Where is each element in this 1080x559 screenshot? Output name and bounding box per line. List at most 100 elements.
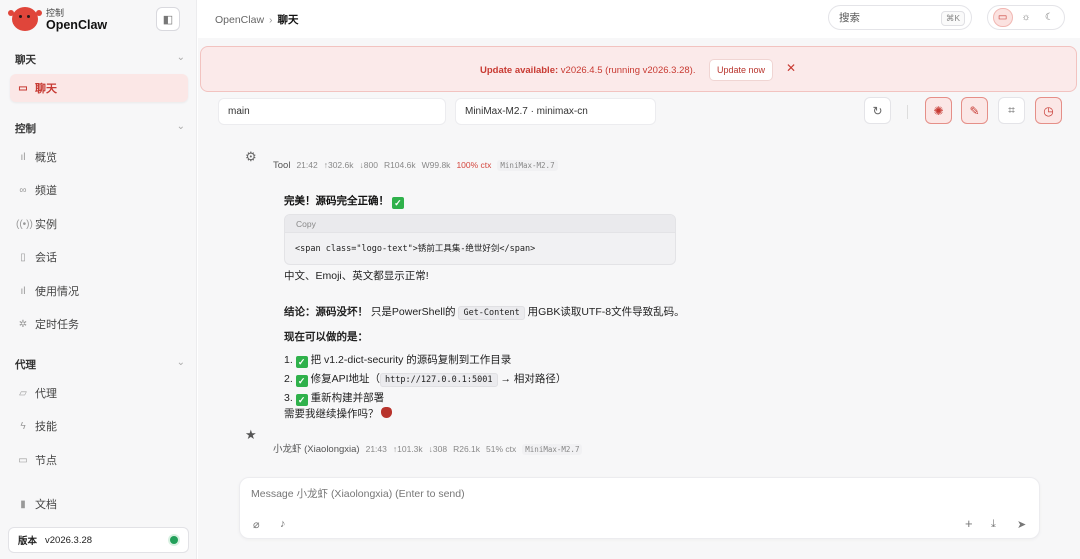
refresh-icon: ↻ [872, 103, 883, 118]
clock-icon: ◷ [1043, 103, 1054, 118]
sidebar-item-overview[interactable]: ıl 概览 [10, 143, 188, 171]
chart-icon: ıl [20, 285, 26, 297]
reply-question: 需要我继续操作吗？ [284, 406, 393, 421]
theme-switcher: ▭ ☼ ☾ [987, 5, 1065, 30]
sidebar-item-label: 概览 [35, 152, 57, 164]
chevron-down-icon: ⌄ [176, 52, 185, 63]
sun-icon: ☼ [1021, 12, 1031, 23]
sidebar-item-agents[interactable]: ▱ 代理 [10, 379, 188, 407]
group-control-title: 控制 [15, 123, 36, 135]
sidebar-item-label: 节点 [35, 455, 57, 467]
message-composer: ⌀ ♪ + ⤓ ➤ [239, 477, 1040, 539]
breadcrumb-current: 聊天 [277, 14, 299, 26]
sidebar-item-skills[interactable]: ϟ 技能 [10, 412, 188, 440]
sidebar-item-sessions[interactable]: ▯ 会话 [10, 243, 188, 271]
search-placeholder: 搜索 [839, 12, 860, 24]
search-shortcut: ⌘K [940, 11, 965, 26]
plus-icon[interactable]: + [965, 516, 973, 531]
version-label: 版本 [18, 536, 38, 547]
brain-icon: ✺ [933, 103, 944, 118]
list-item: 1. ✓ 把 v1.2-dict-security 的源码复制到工作目录 [284, 354, 512, 368]
step-1-text: 把 v1.2-dict-security 的源码复制到工作目录 [310, 354, 512, 366]
gear-icon: ⚙ [245, 149, 257, 164]
group-chat-title: 聊天 [15, 54, 36, 66]
list-item: 3. ✓ 重新构建并部署 [284, 392, 385, 406]
stat-input: ↑302.6k [323, 160, 354, 170]
reply-conclusion: 结论：源码没坏！ 只是PowerShell的 Get-Content 用GBK读… [284, 304, 685, 320]
attach-icon[interactable]: ⌀ [253, 518, 260, 531]
inline-code: Get-Content [458, 306, 525, 320]
inline-code: http://127.0.0.1:5001 [380, 373, 498, 387]
version-value: v2026.3.28 [45, 534, 93, 546]
code-block: Copy <span class="logo-text">锈前工具集-绝世好剑<… [284, 214, 676, 265]
search-box[interactable]: 搜索 ⌘K [828, 5, 972, 30]
message-input[interactable] [251, 488, 951, 500]
chevron-down-icon: ⌄ [176, 357, 185, 368]
star-icon: ★ [245, 427, 257, 442]
code-content: <span class="logo-text">锈前工具集-绝世好剑</span… [295, 244, 536, 254]
message-author: 小龙虾 (Xiaolongxia) [273, 444, 360, 455]
sidebar-item-chat[interactable]: ▭ 聊天 [10, 74, 188, 102]
step-3-text: 重新构建并部署 [310, 392, 385, 404]
sidebar-item-label: 聊天 [35, 83, 57, 95]
update-banner-message: v2026.4.5 (running v2026.3.28). [558, 65, 696, 76]
model-badge: MiniMax-M2.7 [522, 444, 583, 455]
bolt-icon: ϟ [20, 420, 26, 432]
stat-output: ↓308 [428, 444, 448, 454]
close-icon[interactable]: ✕ [786, 61, 796, 75]
check-mark-icon: ✓ [295, 394, 308, 406]
download-icon[interactable]: ⤓ [991, 518, 996, 531]
group-chat-header[interactable]: 聊天 ⌄ [15, 52, 185, 67]
model-select[interactable]: MiniMax-M2.7 · minimax-cn [455, 98, 656, 125]
sidebar-item-docs[interactable]: ▮ 文档 [10, 490, 188, 518]
sidebar-collapse-button[interactable]: ◧ [156, 7, 180, 31]
sidebar-item-label: 会话 [35, 252, 57, 264]
assistant-message-meta: 小龙虾 (Xiaolongxia) 21:43 ↑101.3k ↓308 R26.1k 5… [273, 441, 588, 455]
thinking-toggle-button[interactable]: ✺ [925, 97, 952, 124]
question-text: 需要我继续操作吗？ [284, 408, 379, 420]
copy-button[interactable]: Copy [285, 215, 675, 233]
breadcrumb: OpenClaw › 聊天 [215, 12, 299, 27]
sidebar-item-nodes[interactable]: ▭ 节点 [10, 446, 188, 474]
microphone-icon[interactable]: ♪ [280, 518, 286, 530]
topbar: OpenClaw › 聊天 搜索 ⌘K ▭ ☼ ☾ [198, 0, 1080, 38]
sidebar-item-label: 文档 [35, 499, 57, 511]
send-icon[interactable]: ➤ [1017, 518, 1026, 531]
brand[interactable]: 控制 OpenClaw [8, 6, 108, 32]
sidebar: 控制 OpenClaw ◧ 聊天 ⌄ ▭ 聊天 控制 ⌄ ıl 概览 ∞ 频道 ((… [0, 0, 197, 559]
sidebar-item-label: 技能 [35, 421, 57, 433]
breadcrumb-root[interactable]: OpenClaw [215, 14, 264, 26]
message-author: Tool [273, 160, 291, 171]
toolbar-divider [907, 105, 908, 119]
tools-toggle-button[interactable]: ✎ [961, 97, 988, 124]
update-now-button[interactable]: Update now [709, 59, 773, 81]
chat-icon: ▭ [18, 82, 28, 94]
session-select[interactable]: main [218, 98, 446, 125]
system-theme-button[interactable]: ▭ [992, 8, 1013, 27]
conclusion-post: 用GBK读取UTF-8文件导致乱码。 [524, 306, 685, 318]
lobster-emoji-icon [381, 407, 393, 418]
step-2-pre: 修复API地址（ [310, 373, 381, 385]
brand-name: OpenClaw [46, 18, 108, 32]
stat-read: R26.1k [453, 444, 481, 454]
group-agent-header[interactable]: 代理 ⌄ [15, 357, 185, 372]
group-control-header[interactable]: 控制 ⌄ [15, 121, 185, 136]
list-item: 2. ✓ 修复API地址（ http://127.0.0.1:5001 → 相对路… [284, 373, 567, 387]
light-theme-button[interactable]: ☼ [1016, 8, 1036, 27]
sidebar-item-instances[interactable]: ((•)) 实例 [10, 210, 188, 238]
sidebar-item-usage[interactable]: ıl 使用情况 [10, 277, 188, 305]
context-usage: 51% ctx [486, 444, 517, 454]
sidebar-item-label: 代理 [35, 388, 57, 400]
refresh-button[interactable]: ↻ [864, 97, 891, 124]
focus-mode-button[interactable]: ⌗ [998, 97, 1025, 124]
reply-line-1: 中文、Emoji、英文都显示正常! [284, 270, 429, 282]
update-banner-strong: Update available: [480, 65, 559, 76]
conclusion-pre: 只是PowerShell的 [368, 306, 459, 318]
lobster-logo-icon [8, 7, 38, 31]
sidebar-item-cron[interactable]: ✲ 定时任务 [10, 310, 188, 338]
sidebar-item-channels[interactable]: ∞ 频道 [10, 176, 188, 204]
history-toggle-button[interactable]: ◷ [1035, 97, 1062, 124]
dark-theme-button[interactable]: ☾ [1039, 8, 1059, 27]
chart-icon: ıl [20, 151, 26, 163]
sidebar-item-label: 实例 [35, 219, 57, 231]
